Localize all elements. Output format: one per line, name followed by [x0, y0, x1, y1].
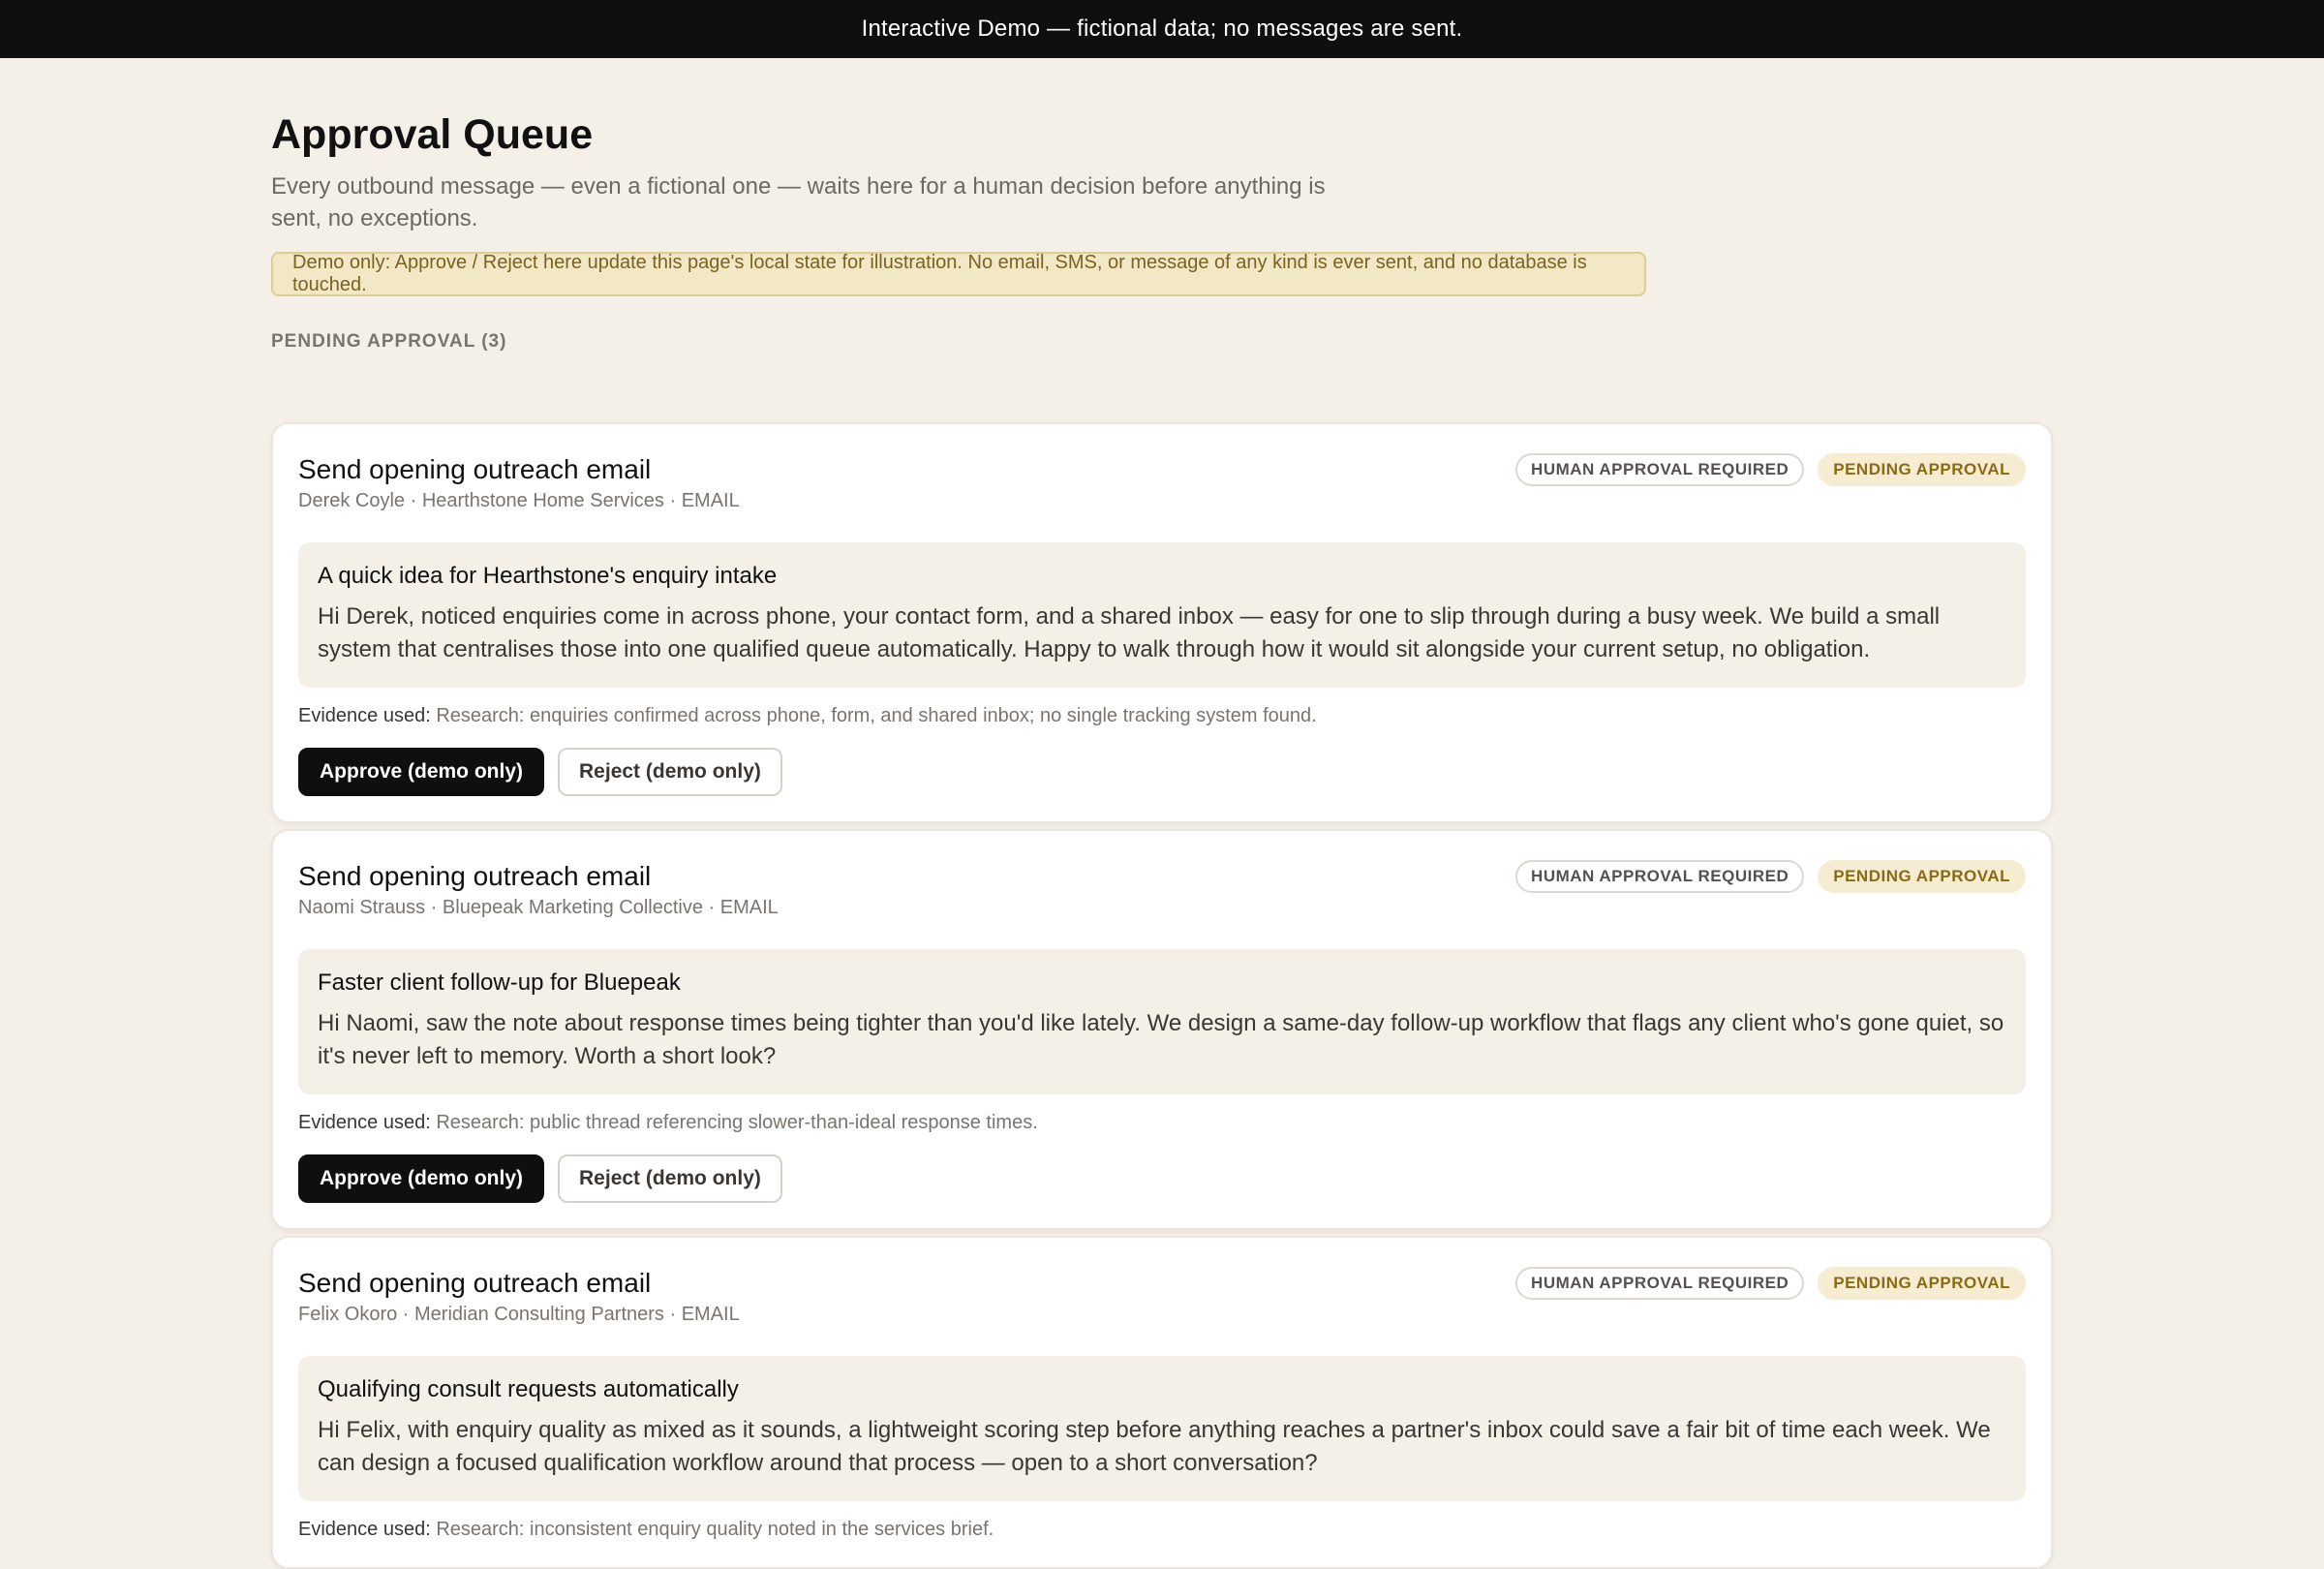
message-preview: Faster client follow-up for Bluepeak Hi … — [298, 949, 2026, 1094]
human-approval-badge: HUMAN APPROVAL REQUIRED — [1515, 1267, 1805, 1300]
message-body: Hi Felix, with enquiry quality as mixed … — [318, 1417, 1991, 1476]
human-approval-badge: HUMAN APPROVAL REQUIRED — [1515, 453, 1805, 486]
card-actions: Approve (demo only) Reject (demo only) — [298, 748, 2026, 796]
card-meta: Derek Coyle · Hearthstone Home Services … — [298, 490, 740, 511]
card-header: Send opening outreach email Felix Okoro … — [298, 1267, 2026, 1335]
reject-button[interactable]: Reject (demo only) — [558, 748, 782, 796]
evidence-text: Research: inconsistent enquiry quality n… — [436, 1519, 994, 1540]
card-meta: Felix Okoro · Meridian Consulting Partne… — [298, 1304, 740, 1325]
message-preview: A quick idea for Hearthstone's enquiry i… — [298, 542, 2026, 688]
message-subject: Faster client follow-up for Bluepeak — [318, 969, 681, 996]
approval-card: Send opening outreach email Derek Coyle … — [271, 422, 2053, 823]
page-title: Approval Queue — [271, 111, 594, 158]
demo-banner: Interactive Demo — fictional data; no me… — [0, 0, 2324, 58]
main-content: Approval Queue Every outbound message — … — [271, 58, 2053, 1569]
evidence-label: Evidence used: — [298, 705, 431, 726]
evidence-line: Evidence used: Research: inconsistent en… — [298, 1517, 2026, 1542]
badge-group: HUMAN APPROVAL REQUIRED PENDING APPROVAL — [1515, 860, 2026, 893]
message-body: Hi Derek, noticed enquiries come in acro… — [318, 603, 1941, 662]
evidence-label: Evidence used: — [298, 1519, 431, 1540]
pending-approval-badge: PENDING APPROVAL — [1818, 860, 2026, 893]
approval-card: Send opening outreach email Felix Okoro … — [271, 1236, 2053, 1569]
evidence-line: Evidence used: Research: public thread r… — [298, 1110, 2026, 1135]
message-subject: A quick idea for Hearthstone's enquiry i… — [318, 563, 778, 589]
card-meta: Naomi Strauss · Bluepeak Marketing Colle… — [298, 897, 779, 918]
badge-group: HUMAN APPROVAL REQUIRED PENDING APPROVAL — [1515, 453, 2026, 486]
badge-group: HUMAN APPROVAL REQUIRED PENDING APPROVAL — [1515, 1267, 2026, 1300]
card-header: Send opening outreach email Derek Coyle … — [298, 453, 2026, 521]
human-approval-badge: HUMAN APPROVAL REQUIRED — [1515, 860, 1805, 893]
pending-approval-badge: PENDING APPROVAL — [1818, 1267, 2026, 1300]
approve-button[interactable]: Approve (demo only) — [298, 1154, 545, 1203]
demo-notice: Demo only: Approve / Reject here update … — [271, 252, 1646, 296]
message-body: Hi Naomi, saw the note about response ti… — [318, 1010, 2004, 1069]
approve-button[interactable]: Approve (demo only) — [298, 748, 545, 796]
pending-approval-badge: PENDING APPROVAL — [1818, 453, 2026, 486]
evidence-text: Research: public thread referencing slow… — [436, 1112, 1038, 1133]
message-preview: Qualifying consult requests automaticall… — [298, 1356, 2026, 1501]
message-subject: Qualifying consult requests automaticall… — [318, 1376, 739, 1402]
reject-button[interactable]: Reject (demo only) — [558, 1154, 782, 1203]
evidence-label: Evidence used: — [298, 1112, 431, 1133]
demo-notice-text: Demo only: Approve / Reject here update … — [292, 252, 1587, 295]
evidence-line: Evidence used: Research: enquiries confi… — [298, 703, 2026, 728]
demo-banner-text: Interactive Demo — fictional data; no me… — [861, 15, 1463, 42]
evidence-text: Research: enquiries confirmed across pho… — [436, 705, 1317, 726]
card-header: Send opening outreach email Naomi Straus… — [298, 860, 2026, 928]
card-actions: Approve (demo only) Reject (demo only) — [298, 1154, 2026, 1203]
approval-card: Send opening outreach email Naomi Straus… — [271, 829, 2053, 1230]
page-subtitle: Every outbound message — even a fictiona… — [271, 173, 1326, 231]
section-label-pending: PENDING APPROVAL (3) — [271, 331, 507, 352]
